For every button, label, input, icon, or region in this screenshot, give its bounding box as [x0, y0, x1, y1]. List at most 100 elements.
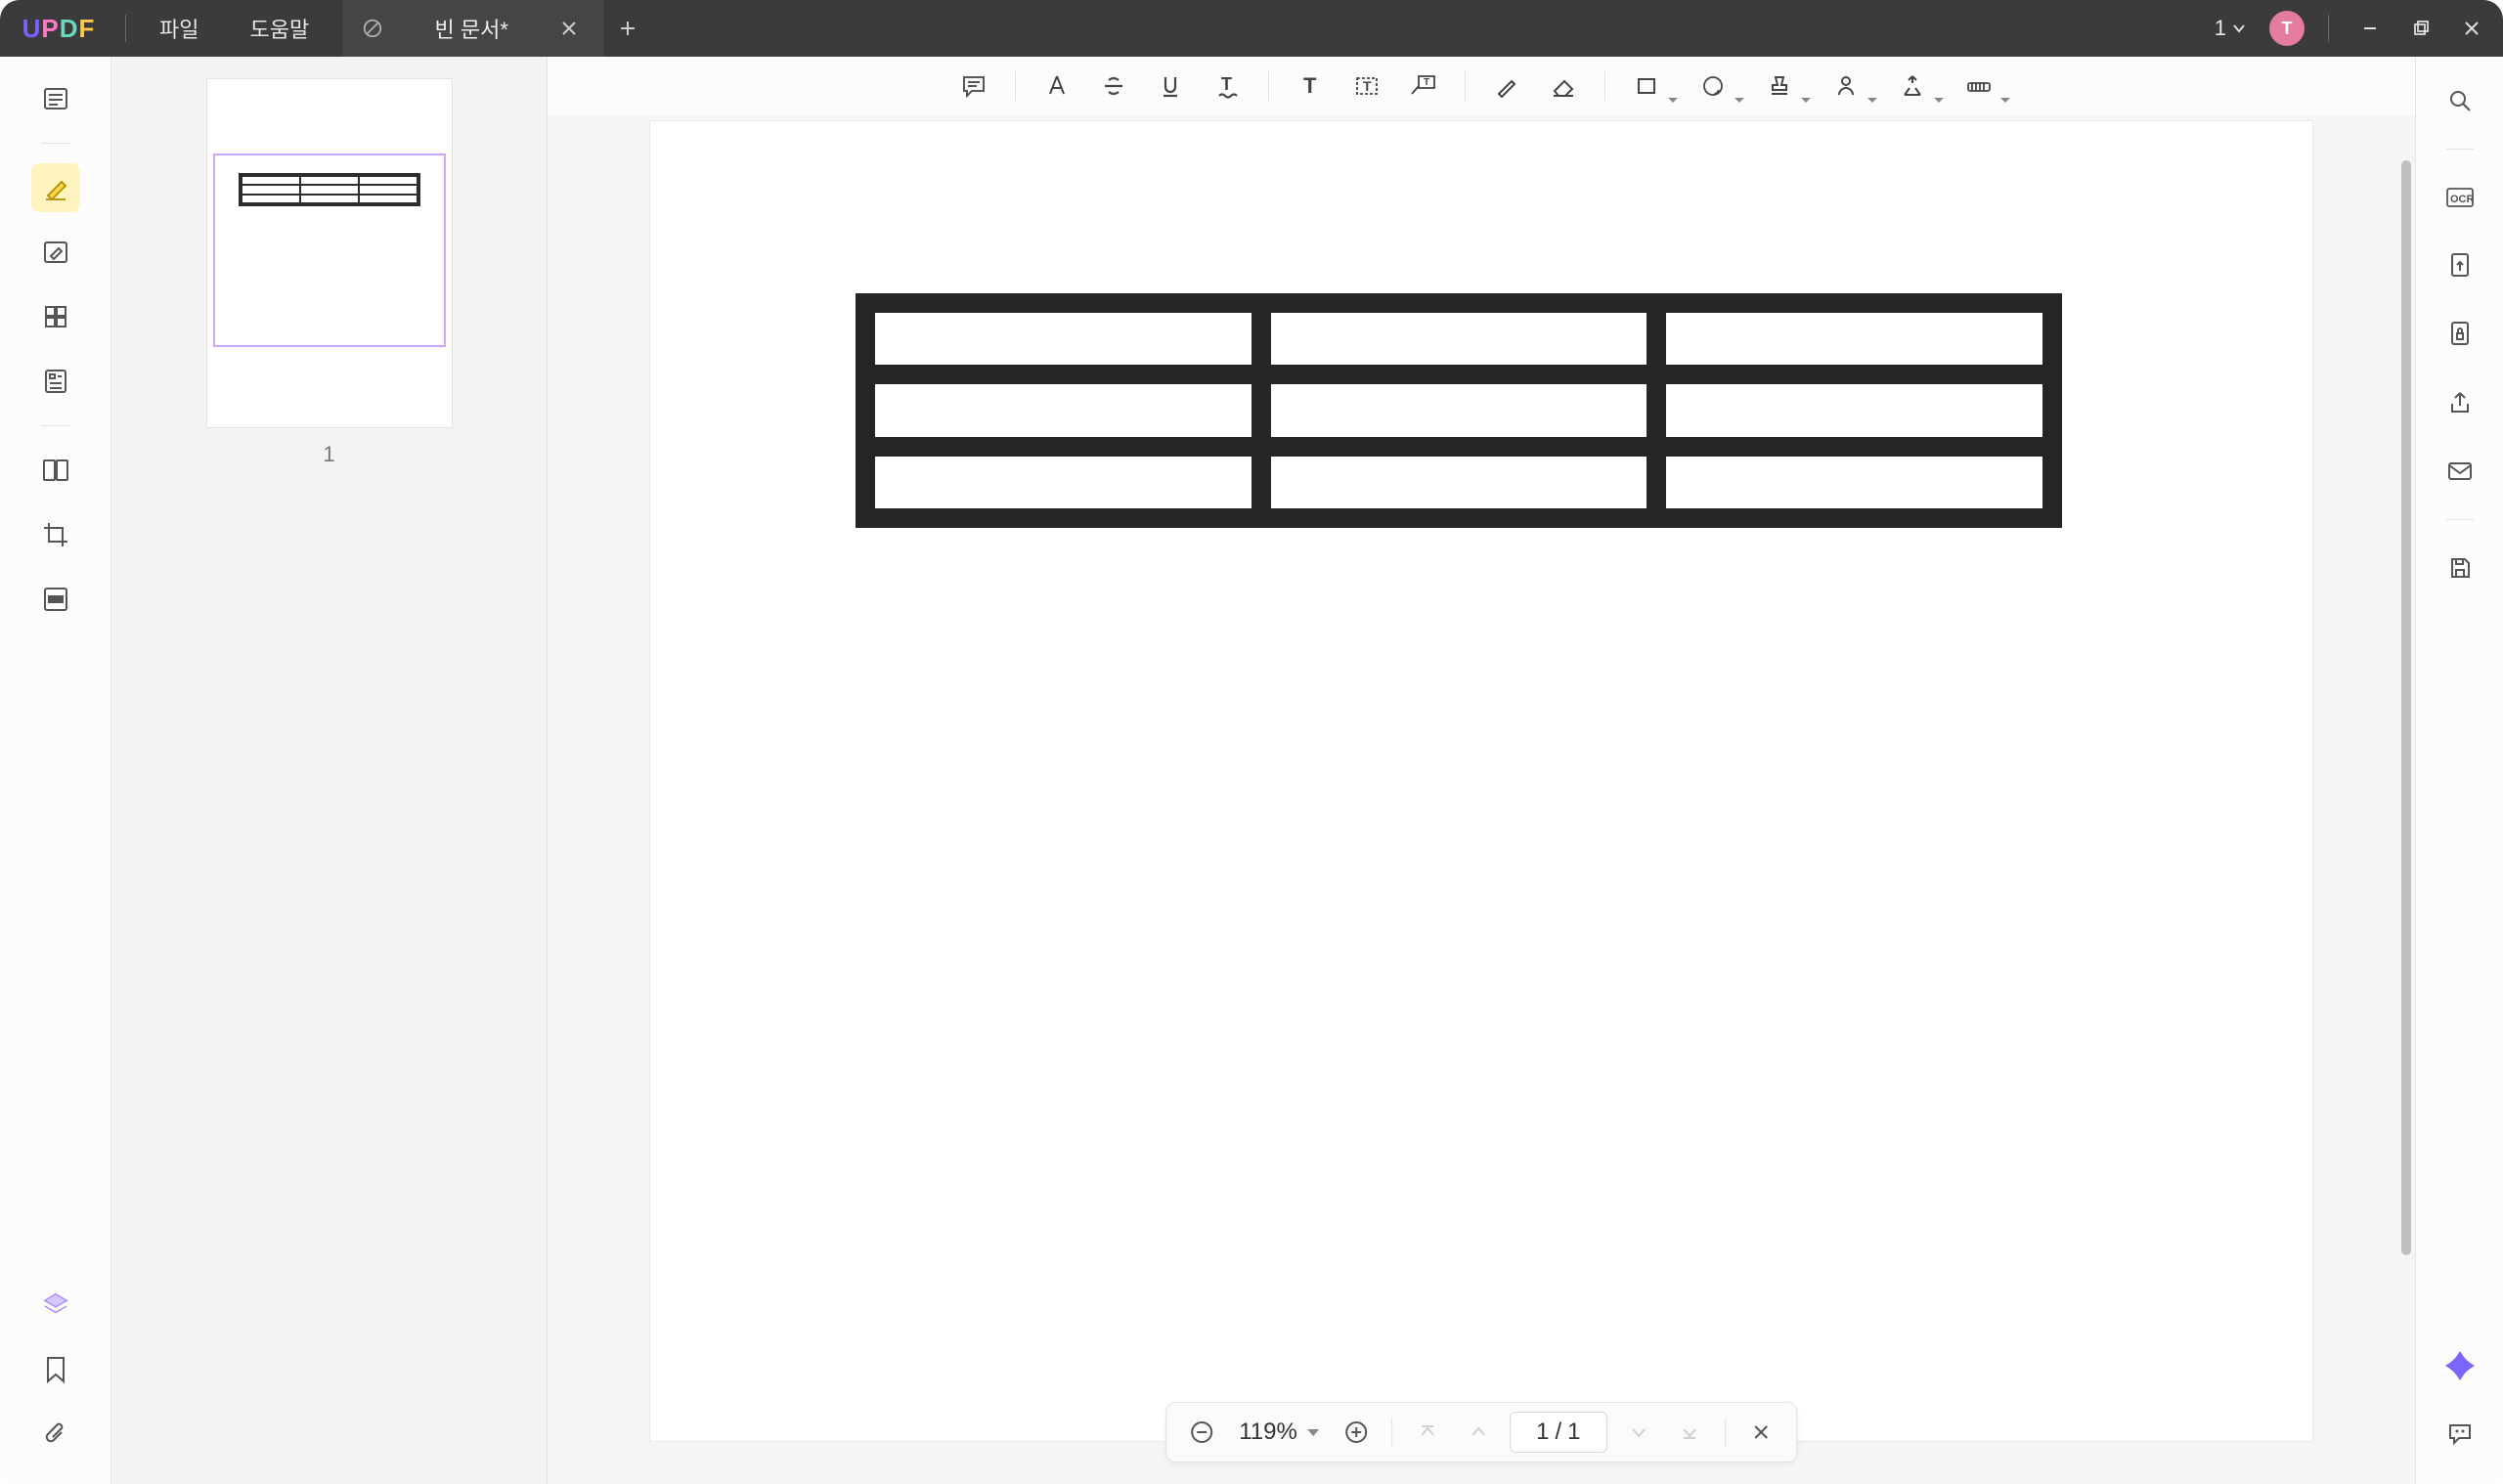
new-tab-button[interactable] — [604, 0, 651, 57]
zoom-out-button[interactable] — [1182, 1413, 1221, 1452]
protect-icon[interactable] — [2436, 310, 2484, 359]
table-cell[interactable] — [865, 447, 1261, 518]
next-page-button[interactable] — [1619, 1413, 1658, 1452]
zoom-in-button[interactable] — [1337, 1413, 1376, 1452]
table-cell[interactable] — [1261, 374, 1657, 446]
convert-icon[interactable] — [2436, 241, 2484, 290]
highlight-text-icon[interactable] — [1033, 65, 1080, 107]
table-cell[interactable] — [1261, 303, 1657, 374]
compare-icon[interactable] — [31, 446, 80, 495]
table-cell[interactable] — [865, 374, 1261, 446]
chevron-down-icon — [1668, 98, 1678, 103]
table-cell[interactable] — [865, 303, 1261, 374]
page-manage-icon[interactable] — [31, 292, 80, 341]
close-icon[interactable] — [557, 17, 581, 40]
highlighter-icon[interactable] — [31, 163, 80, 212]
document-page[interactable] — [650, 121, 2312, 1441]
thumbnail-page-1[interactable] — [206, 78, 453, 428]
vertical-scrollbar[interactable] — [2401, 160, 2411, 1255]
last-page-button[interactable] — [1670, 1413, 1709, 1452]
table-cell[interactable] — [1261, 447, 1657, 518]
callout-icon[interactable]: T — [1400, 65, 1447, 107]
table-cell[interactable] — [1656, 374, 2052, 446]
share-icon[interactable] — [2436, 378, 2484, 427]
separator — [1391, 1418, 1392, 1447]
separator — [41, 425, 70, 426]
svg-text:T: T — [1221, 74, 1232, 94]
minimize-button[interactable] — [2352, 11, 2388, 46]
page-indicator[interactable]: 1 / 1 — [1510, 1412, 1607, 1453]
search-icon[interactable] — [2436, 76, 2484, 125]
measure-icon[interactable] — [1889, 65, 1946, 107]
email-icon[interactable] — [2436, 447, 2484, 496]
total-pages: 1 — [1567, 1419, 1580, 1446]
separator — [1604, 71, 1605, 101]
sticker-icon[interactable] — [1690, 65, 1746, 107]
text-icon[interactable]: T — [1287, 65, 1334, 107]
textbox-icon[interactable]: T — [1343, 65, 1390, 107]
redact-icon[interactable] — [31, 575, 80, 624]
logo-text: UPDF — [22, 14, 96, 44]
window-count[interactable]: 1 — [2207, 16, 2254, 41]
shape-rect-icon[interactable] — [1623, 65, 1680, 107]
more-tools-icon[interactable] — [1955, 65, 2012, 107]
reader-mode-icon[interactable] — [31, 74, 80, 123]
menu-file[interactable]: 파일 — [134, 0, 224, 57]
chevron-down-icon — [1735, 98, 1744, 103]
table-cell[interactable] — [1656, 303, 2052, 374]
separator — [1725, 1418, 1726, 1447]
current-page: 1 — [1536, 1419, 1549, 1446]
eraser-icon[interactable] — [1540, 65, 1587, 107]
attachment-icon[interactable] — [31, 1410, 80, 1459]
chevron-down-icon — [1867, 98, 1877, 103]
separator — [2328, 15, 2329, 42]
pencil-icon[interactable] — [1483, 65, 1530, 107]
menu-help[interactable]: 도움말 — [224, 0, 334, 57]
table-cell[interactable] — [1656, 447, 2052, 518]
squiggly-icon[interactable]: T — [1204, 65, 1251, 107]
tab-title: 빈 문서* — [403, 13, 540, 44]
prev-page-button[interactable] — [1459, 1413, 1498, 1452]
canvas[interactable]: 119% 1 / 1 — [548, 115, 2415, 1484]
separator — [41, 143, 70, 144]
stamp-icon[interactable] — [1756, 65, 1813, 107]
feedback-icon[interactable] — [2436, 1410, 2484, 1459]
document-tab[interactable]: 빈 문서* — [342, 0, 604, 57]
separator — [2446, 149, 2474, 150]
layers-icon[interactable] — [31, 1281, 80, 1330]
close-window-button[interactable] — [2454, 11, 2489, 46]
app-window: UPDF 파일 도움말 빈 문서* 1 T — [0, 0, 2503, 1484]
signature-icon[interactable] — [1822, 65, 1879, 107]
ocr-icon[interactable]: OCR — [2436, 173, 2484, 222]
crop-icon[interactable] — [31, 510, 80, 559]
save-icon[interactable] — [2436, 544, 2484, 592]
left-tool-rail — [0, 57, 111, 1484]
titlebar-right: 1 T — [2207, 11, 2503, 46]
thumbnail-panel: 1 — [111, 57, 548, 1484]
chevron-down-icon — [1934, 98, 1944, 103]
zoom-level[interactable]: 119% — [1233, 1419, 1325, 1446]
ai-assistant-icon[interactable] — [2436, 1341, 2484, 1390]
page-nav-bar: 119% 1 / 1 — [1165, 1402, 1797, 1462]
separator — [125, 15, 126, 42]
app-logo: UPDF — [0, 14, 117, 44]
thumbnail-page-number: 1 — [206, 442, 453, 467]
separator — [2446, 519, 2474, 520]
close-nav-button[interactable] — [1741, 1413, 1780, 1452]
window-count-value: 1 — [2215, 16, 2226, 41]
first-page-button[interactable] — [1408, 1413, 1447, 1452]
separator — [1465, 71, 1466, 101]
bookmark-icon[interactable] — [31, 1345, 80, 1394]
chevron-down-icon — [2232, 23, 2246, 33]
maximize-button[interactable] — [2403, 11, 2438, 46]
form-icon[interactable] — [31, 357, 80, 406]
strikethrough-icon[interactable] — [1090, 65, 1137, 107]
note-icon[interactable] — [950, 65, 997, 107]
edit-text-icon[interactable] — [31, 228, 80, 277]
underline-icon[interactable] — [1147, 65, 1194, 107]
center-area: T T T T — [548, 57, 2415, 1484]
separator — [1268, 71, 1269, 101]
avatar[interactable]: T — [2269, 11, 2305, 46]
edit-disabled-icon — [360, 16, 385, 41]
document-table[interactable] — [856, 293, 2062, 528]
